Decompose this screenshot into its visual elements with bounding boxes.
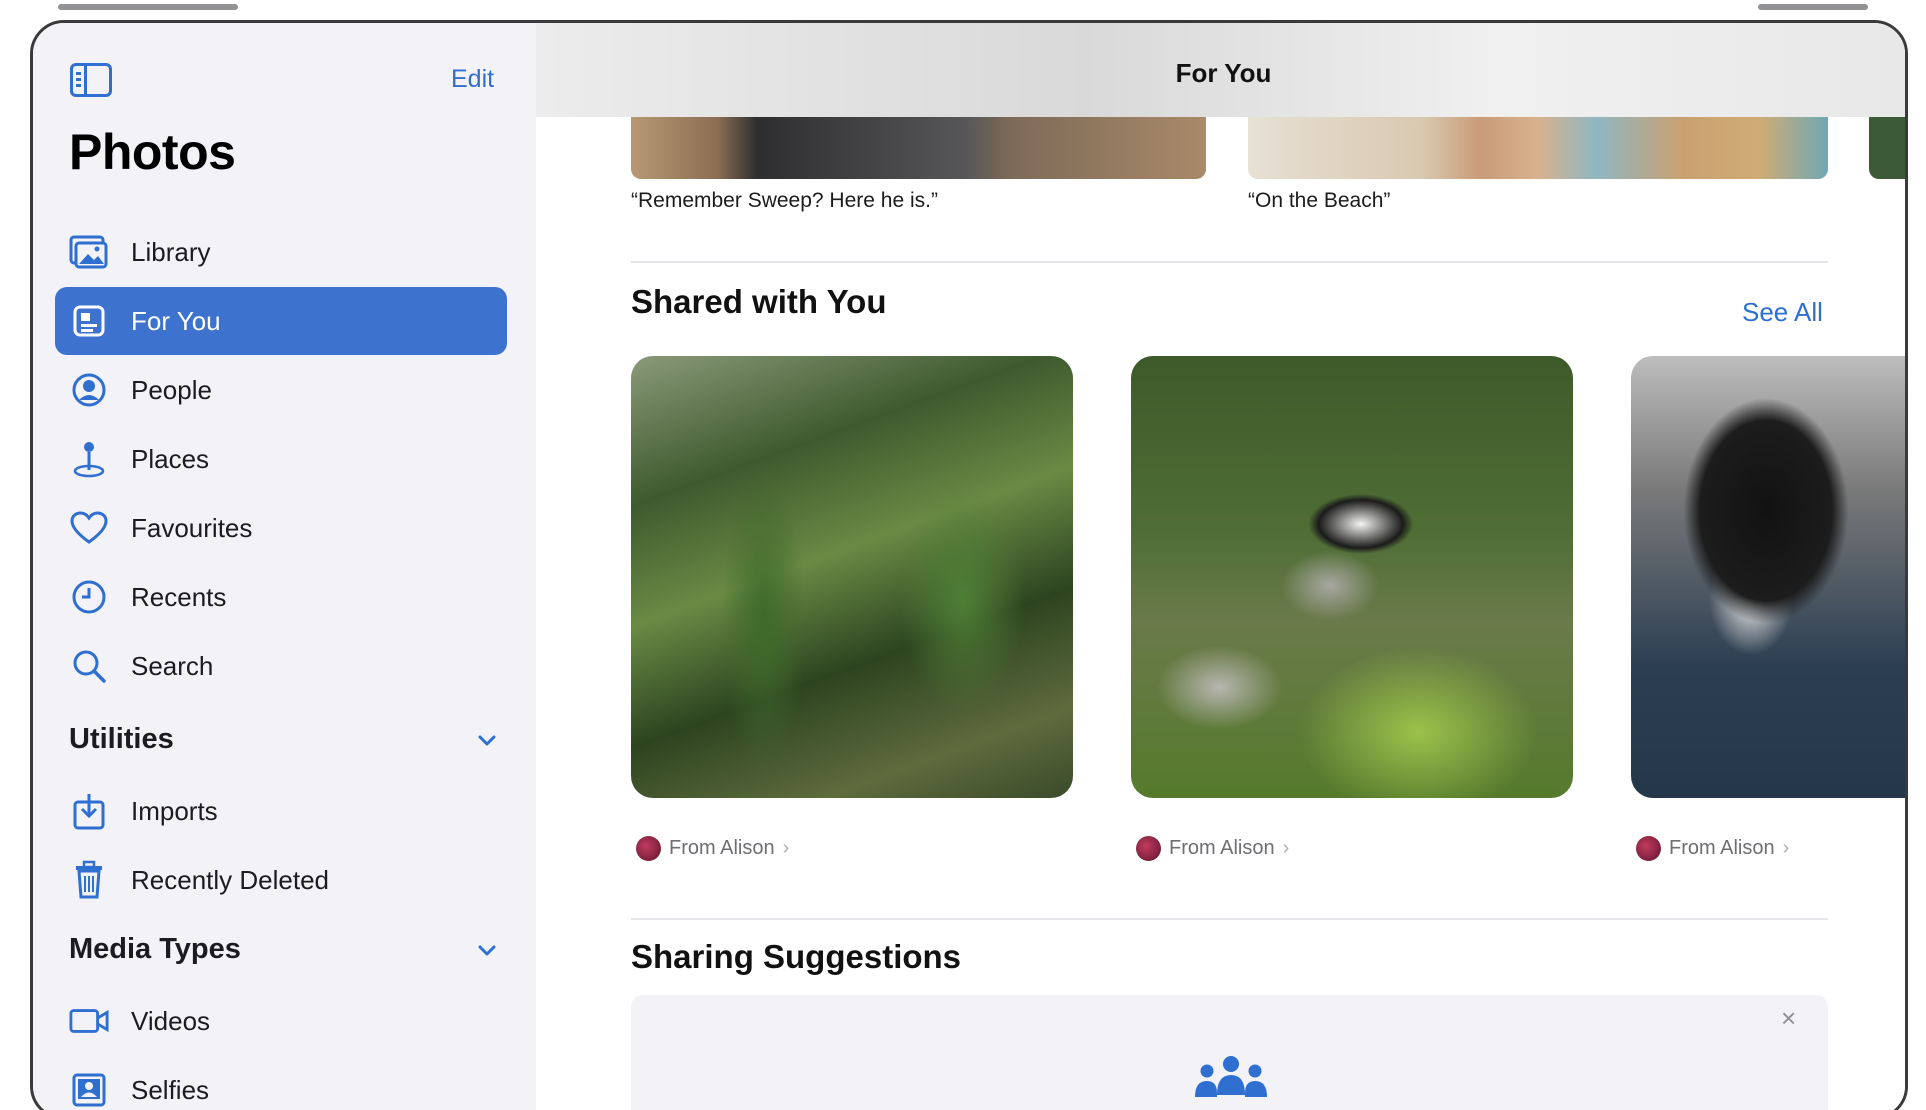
sidebar-item-label: Library xyxy=(131,236,211,267)
section-utilities[interactable]: Utilities xyxy=(69,723,174,756)
imports-icon xyxy=(69,793,109,830)
sidebar-item-label: Selfies xyxy=(131,1074,210,1105)
edit-button[interactable]: Edit xyxy=(451,65,494,94)
chevron-down-icon[interactable] xyxy=(475,939,499,963)
page-title: For You xyxy=(1175,58,1272,88)
navigation-bar: For You xyxy=(536,23,1905,117)
sidebar-item-videos[interactable]: Videos xyxy=(55,987,507,1055)
places-icon xyxy=(69,441,109,478)
sidebar-item-label: For You xyxy=(131,305,221,336)
sharing-suggestion-card: × xyxy=(631,995,1828,1110)
memory-photo[interactable] xyxy=(1869,117,1905,179)
memory-photo[interactable] xyxy=(631,117,1206,179)
sidebar-item-recently-deleted[interactable]: Recently Deleted xyxy=(55,846,507,914)
sidebar-item-places[interactable]: Places xyxy=(55,425,507,493)
sidebar-item-favourites[interactable]: Favourites xyxy=(55,494,507,562)
shared-from-label[interactable]: From Alison › xyxy=(636,836,789,861)
search-icon xyxy=(69,648,109,684)
memory-caption[interactable]: “On the Beach” xyxy=(1248,189,1390,213)
video-icon xyxy=(69,1003,109,1039)
sidebar-item-recents[interactable]: Recents xyxy=(55,563,507,631)
status-bar xyxy=(0,0,1926,22)
memory-photo[interactable] xyxy=(1248,117,1828,179)
sidebar-item-label: Videos xyxy=(131,1005,211,1036)
sidebar-item-label: Favourites xyxy=(131,512,253,543)
sidebar-item-label: Places xyxy=(131,443,210,474)
sidebar-item-imports[interactable]: Imports xyxy=(55,777,507,845)
app-title: Photos xyxy=(69,124,236,180)
sidebar: Edit Photos Library For You People Place… xyxy=(33,23,536,1110)
shared-photo[interactable] xyxy=(1131,356,1573,798)
sidebar-item-search[interactable]: Search xyxy=(55,632,507,700)
sidebar-item-label: Recents xyxy=(131,581,227,612)
section-title-shared: Shared with You xyxy=(631,283,887,320)
status-time xyxy=(58,4,238,10)
see-all-link[interactable]: See All xyxy=(1742,297,1823,328)
section-media-types[interactable]: Media Types xyxy=(69,933,241,966)
sidebar-item-library[interactable]: Library xyxy=(55,218,507,286)
shared-photo[interactable] xyxy=(1631,356,1905,798)
sidebar-item-label: People xyxy=(131,374,212,405)
main-content: For You “Remember Sweep? Here he is.” “O… xyxy=(536,23,1905,1110)
library-icon xyxy=(69,234,109,270)
selfie-icon xyxy=(69,1072,109,1108)
people-group-icon xyxy=(1195,1056,1267,1097)
sidebar-item-people[interactable]: People xyxy=(55,356,507,424)
avatar xyxy=(1636,836,1661,861)
close-icon[interactable]: × xyxy=(1781,1003,1796,1034)
for-you-icon xyxy=(69,303,109,339)
heart-icon xyxy=(69,510,109,546)
sidebar-item-label: Search xyxy=(131,650,214,681)
trash-icon xyxy=(69,860,109,899)
clock-icon xyxy=(69,579,109,615)
chevron-down-icon[interactable] xyxy=(475,729,499,753)
chevron-right-icon: › xyxy=(1282,837,1290,859)
ipad-window: Edit Photos Library For You People Place… xyxy=(30,20,1908,1110)
sidebar-item-label: Imports xyxy=(131,795,218,826)
shared-photo[interactable] xyxy=(631,356,1073,798)
sidebar-item-selfies[interactable]: Selfies xyxy=(55,1056,507,1110)
sidebar-toggle-icon[interactable] xyxy=(70,63,112,97)
avatar xyxy=(1136,836,1161,861)
status-indicators xyxy=(1758,4,1868,10)
people-icon xyxy=(69,372,109,408)
section-title-suggestions: Sharing Suggestions xyxy=(631,938,962,975)
chevron-right-icon: › xyxy=(782,837,790,859)
divider xyxy=(631,918,1828,920)
shared-from-label[interactable]: From Alison › xyxy=(1636,836,1789,861)
shared-from-label[interactable]: From Alison › xyxy=(1136,836,1289,861)
sidebar-item-for-you[interactable]: For You xyxy=(55,287,507,355)
divider xyxy=(631,261,1828,263)
chevron-right-icon: › xyxy=(1782,837,1790,859)
sidebar-item-label: Recently Deleted xyxy=(131,864,329,895)
avatar xyxy=(636,836,661,861)
memory-caption[interactable]: “Remember Sweep? Here he is.” xyxy=(631,189,938,213)
